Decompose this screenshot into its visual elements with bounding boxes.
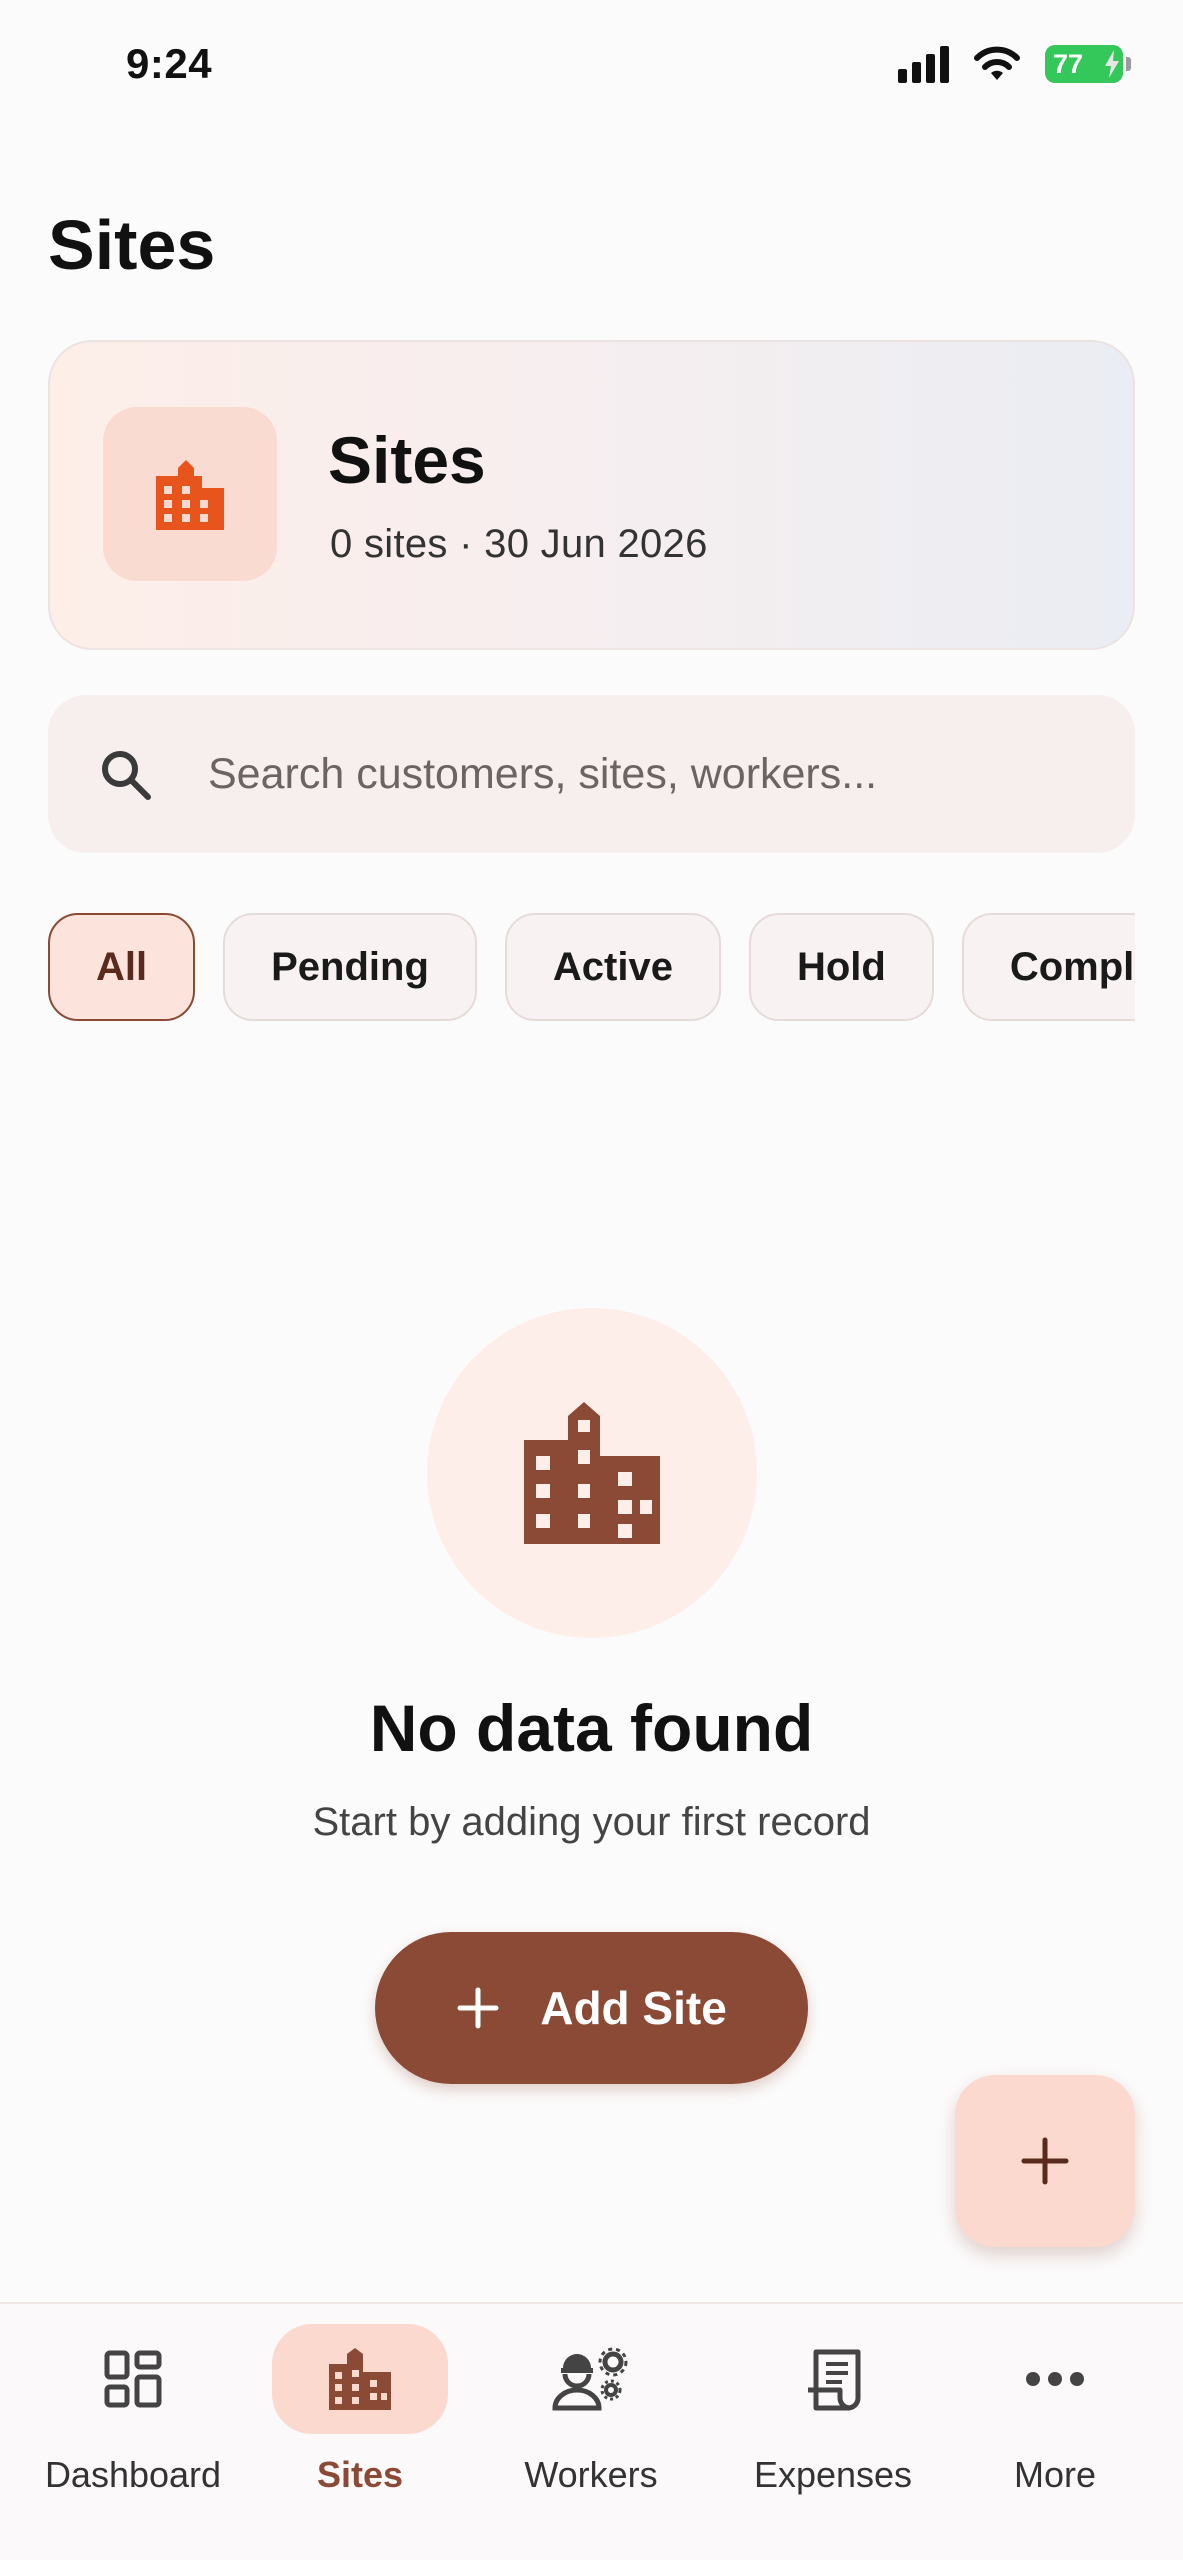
search-bar[interactable]: [48, 695, 1135, 853]
page-title: Sites: [48, 206, 216, 284]
summary-title: Sites: [328, 423, 486, 497]
plus-icon: [457, 1987, 499, 2029]
bottom-navigation: Dashboard Sites Workers Expenses More: [0, 2302, 1183, 2560]
charging-bolt-icon: [1105, 50, 1119, 78]
search-input[interactable]: [208, 735, 1088, 813]
nav-item-workers[interactable]: Workers: [476, 2324, 706, 2524]
cellular-signal-icon: [898, 45, 949, 83]
filter-chips: All Pending Active Hold Completed: [48, 913, 1135, 1023]
building-icon: [329, 2348, 391, 2410]
empty-state-illustration: [427, 1308, 757, 1638]
nav-icon-container: [503, 2324, 679, 2434]
floating-add-button[interactable]: [955, 2075, 1135, 2247]
nav-label: Workers: [524, 2454, 658, 2495]
building-icon: [156, 460, 224, 530]
receipt-icon: [808, 2349, 861, 2411]
filter-chip-active[interactable]: Active: [504, 913, 721, 1021]
summary-icon-container: [103, 407, 277, 581]
worker-gear-icon: [552, 2347, 628, 2411]
add-site-button[interactable]: Add Site: [375, 1932, 808, 2084]
nav-icon-container: [272, 2324, 448, 2434]
filter-chip-completed[interactable]: Completed: [961, 913, 1135, 1021]
empty-state-title: No data found: [369, 1691, 814, 1765]
nav-icon-container: [967, 2324, 1143, 2434]
nav-label: Expenses: [753, 2454, 913, 2495]
filter-chip-pending[interactable]: Pending: [223, 913, 477, 1021]
empty-state-subtitle: Start by adding your first record: [312, 1800, 871, 1844]
summary-card: Sites 0 sites · 30 Jun 2026: [48, 340, 1135, 650]
filter-chip-hold[interactable]: Hold: [748, 913, 934, 1021]
search-icon: [102, 751, 151, 800]
summary-subtitle: 0 sites · 30 Jun 2026: [330, 522, 708, 566]
plus-icon: [1021, 2137, 1069, 2185]
grid-icon: [104, 2350, 162, 2408]
nav-label: Sites: [316, 2454, 404, 2495]
nav-icon-container: [745, 2324, 921, 2434]
nav-icon-container: [45, 2324, 221, 2434]
nav-label: More: [1013, 2454, 1097, 2495]
nav-item-dashboard[interactable]: Dashboard: [18, 2324, 248, 2524]
filter-chip-all[interactable]: All: [48, 913, 196, 1021]
status-indicators: 77: [898, 44, 1131, 84]
more-dots-icon: [1026, 2372, 1084, 2386]
status-bar: 9:24 77: [0, 0, 1183, 140]
nav-item-expenses[interactable]: Expenses: [718, 2324, 948, 2524]
building-icon: [524, 1402, 660, 1544]
nav-label: Dashboard: [44, 2454, 222, 2495]
battery-level: 77: [1053, 48, 1084, 79]
nav-item-more[interactable]: More: [940, 2324, 1170, 2524]
status-time: 9:24: [126, 40, 213, 87]
add-site-button-label: Add Site: [540, 1982, 727, 2034]
nav-item-sites[interactable]: Sites: [245, 2324, 475, 2524]
battery-icon: 77: [1045, 45, 1131, 83]
wifi-icon: [974, 46, 1020, 80]
